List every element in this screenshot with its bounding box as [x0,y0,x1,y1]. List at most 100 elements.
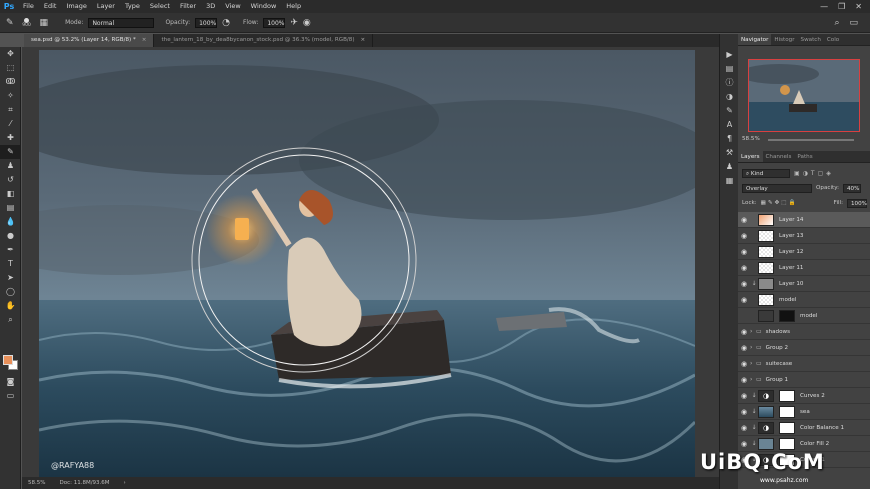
layer-mask-thumbnail[interactable] [779,389,795,402]
tab-channels[interactable]: Channels [763,151,795,162]
menu-help[interactable]: Help [281,0,306,13]
lasso-tool-icon[interactable]: ↂ [0,75,21,89]
hand-tool-icon[interactable]: ✋ [0,299,21,313]
paragraph-panel-icon[interactable]: ¶ [720,132,739,146]
layer-row[interactable]: ◉ › ▭ Group 2 [738,340,870,356]
fill-field[interactable]: 100% [847,198,867,208]
restore-button[interactable]: ❐ [838,2,845,11]
shape-tool-icon[interactable]: ◯ [0,285,21,299]
mode-select[interactable]: Normal [88,17,155,28]
character-panel-icon[interactable]: A [720,118,739,132]
layer-row[interactable]: ◉ ↓ ◑ Color Balance 1 [738,420,870,436]
navigator-preview[interactable] [748,59,860,132]
brush-panel-icon[interactable]: ✎ [720,104,739,118]
visibility-eye-icon[interactable]: ◉ [738,232,750,240]
tab-color[interactable]: Colo [824,34,842,45]
history-brush-tool-icon[interactable]: ↺ [0,173,21,187]
tab-swatches[interactable]: Swatch [798,34,824,45]
tab-lantern-psd[interactable]: the_lantern_18_by_dea8bycanon_stock.psd … [154,34,374,47]
layer-mask-thumbnail[interactable] [779,421,795,434]
zoom-level[interactable]: 58.5% [28,480,45,486]
layer-mask-thumbnail[interactable] [779,437,795,450]
quick-select-tool-icon[interactable]: ✧ [0,89,21,103]
layer-row[interactable]: ◉ ↓ ◑ Curves 2 [738,388,870,404]
menu-select[interactable]: Select [145,0,175,13]
layer-row[interactable]: ◉ Layer 13 [738,228,870,244]
brush-preset-picker[interactable]: 900 [19,17,35,28]
gradient-tool-icon[interactable]: ▤ [0,201,21,215]
visibility-eye-icon[interactable]: ◉ [738,376,750,384]
layer-row[interactable]: ◉ ↓ Layer 10 [738,276,870,292]
menu-3d[interactable]: 3D [201,0,220,13]
visibility-eye-icon[interactable]: ◉ [738,248,750,256]
visibility-eye-icon[interactable]: ◉ [738,408,750,416]
healing-tool-icon[interactable]: ✚ [0,131,21,145]
layer-opacity-field[interactable]: 40% [843,183,861,193]
visibility-eye-icon[interactable]: ◉ [738,392,750,400]
navigator-zoom[interactable]: 58.5% [742,136,760,142]
status-menu-arrow[interactable]: › [124,480,126,486]
visibility-eye-icon[interactable]: ◉ [738,440,750,448]
brush-tool-icon[interactable]: ✎ [0,145,21,159]
quick-mask-icon[interactable]: ◙ [0,375,21,389]
zoom-tool-icon[interactable]: ⌕ [0,313,21,327]
brush-tool-icon[interactable]: ✎ [6,18,14,28]
tab-paths[interactable]: Paths [794,151,815,162]
document-canvas[interactable]: @RAFYA88 [39,50,695,477]
tab-sea-psd[interactable]: sea.psd @ 53.2% (Layer 14, RGB/8) * × [24,34,155,47]
crop-tool-icon[interactable]: ⌗ [0,103,21,117]
tool-presets-icon[interactable]: ⚒ [720,146,739,160]
visibility-eye-icon[interactable]: ◉ [738,328,750,336]
layer-row[interactable]: ◉ ↓ sea [738,404,870,420]
visibility-eye-icon[interactable]: ◉ [738,424,750,432]
visibility-eye-icon[interactable]: ◉ [738,296,750,304]
menu-image[interactable]: Image [61,0,91,13]
layer-row[interactable]: ◉ Layer 11 [738,260,870,276]
clone-source-icon[interactable]: ♟ [720,160,739,174]
navigator-zoom-slider[interactable] [768,139,854,141]
move-tool-icon[interactable]: ✥ [0,47,21,61]
dodge-tool-icon[interactable]: ● [0,229,21,243]
menu-filter[interactable]: Filter [175,0,201,13]
workspace-icon[interactable]: ▭ [849,18,858,28]
airbrush-icon[interactable]: ✈ [290,18,298,28]
pressure-opacity-icon[interactable]: ◔ [222,18,230,28]
opacity-field[interactable]: 100% [195,17,218,28]
layer-row[interactable]: ◉ › ▭ Group 1 [738,372,870,388]
visibility-eye-icon[interactable]: ◉ [738,360,750,368]
layer-row[interactable]: ◉ model [738,292,870,308]
layer-row[interactable]: ◉ Layer 14 [738,212,870,228]
lock-icons[interactable]: ▦✎✥⬚🔒 [761,200,798,206]
brush-panel-icon[interactable]: ▦ [40,18,49,28]
actions-panel-icon[interactable]: ▤ [720,62,739,76]
marquee-tool-icon[interactable]: ⬚ [0,61,21,75]
path-select-tool-icon[interactable]: ➤ [0,271,21,285]
layer-row[interactable]: ◉ › ▭ suitecase [738,356,870,372]
styles-panel-icon[interactable]: ▦ [720,174,739,188]
menu-file[interactable]: File [18,0,39,13]
clone-stamp-tool-icon[interactable]: ♟ [0,159,21,173]
visibility-eye-icon[interactable]: ◉ [738,344,750,352]
layer-row[interactable]: ◉ Layer 12 [738,244,870,260]
screen-mode-icon[interactable]: ▭ [0,389,21,403]
eraser-tool-icon[interactable]: ◧ [0,187,21,201]
tab-close-icon[interactable]: × [142,37,147,43]
history-panel-icon[interactable]: ▶ [720,48,739,62]
visibility-eye-icon[interactable]: ◉ [738,216,750,224]
kind-filter-select[interactable]: ⌕ Kind [742,168,790,178]
properties-panel-icon[interactable]: ◑ [720,90,739,104]
layer-row[interactable]: ◉ › ▭ shadows [738,324,870,340]
visibility-eye-icon[interactable]: ◉ [738,264,750,272]
eyedropper-tool-icon[interactable]: ⁄ [0,117,21,131]
filter-icons[interactable]: ▣◑T▢◈ [794,170,834,177]
tab-navigator[interactable]: Navigator [738,34,772,45]
menu-view[interactable]: View [220,0,245,13]
type-tool-icon[interactable]: T [0,257,21,271]
visibility-eye-icon[interactable]: ◉ [738,280,750,288]
info-panel-icon[interactable]: ⓘ [720,76,739,90]
search-icon[interactable]: ⌕ [834,18,839,28]
blend-mode-select[interactable]: Overlay [742,183,812,193]
layer-mask-thumbnail[interactable] [779,309,795,322]
blur-tool-icon[interactable]: 💧 [0,215,21,229]
pen-tool-icon[interactable]: ✒ [0,243,21,257]
